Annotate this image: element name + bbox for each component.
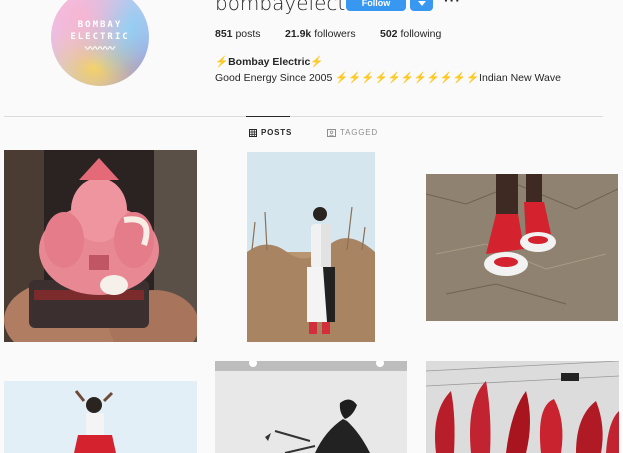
posts-label: posts (235, 28, 261, 40)
tab-posts-label: POSTS (261, 128, 293, 137)
follow-button[interactable]: Follow (346, 0, 406, 11)
posts-stat[interactable]: 851 posts (215, 28, 261, 40)
post-thumbnail[interactable] (426, 174, 618, 321)
post-image-red-socks (426, 174, 618, 321)
grid-icon (249, 128, 257, 137)
post-image-ink-figure (215, 361, 407, 453)
post-thumbnail[interactable] (247, 152, 375, 342)
active-tab-indicator (246, 116, 290, 117)
post-thumbnail[interactable] (4, 381, 197, 453)
post-thumbnail[interactable] (215, 361, 407, 453)
posts-count: 851 (215, 28, 233, 40)
chevron-down-icon (417, 0, 426, 6)
more-options-icon[interactable]: ··· (444, 0, 461, 8)
followers-label: followers (314, 28, 356, 40)
tag-icon (327, 128, 336, 137)
profile-bio: Good Energy Since 2005 ⚡⚡⚡⚡⚡⚡⚡⚡⚡⚡⚡Indian… (215, 72, 561, 84)
post-image-red-skirt (4, 381, 197, 453)
post-thumbnail[interactable] (426, 361, 619, 453)
avatar-text-line2: ELECTRIC (70, 31, 130, 42)
profile-avatar[interactable]: BOMBAY ELECTRIC 〰〰〰 (51, 0, 149, 86)
tab-tagged[interactable]: TAGGED (327, 128, 378, 137)
tab-posts[interactable]: POSTS (249, 128, 292, 137)
post-thumbnail[interactable] (4, 150, 197, 342)
post-image-ganesha (4, 150, 197, 342)
post-image-red-installation (426, 361, 619, 453)
post-image-white-outfit (247, 152, 375, 342)
suggestions-dropdown-button[interactable] (410, 0, 433, 11)
avatar-text-line1: BOMBAY (77, 19, 123, 30)
followers-stat[interactable]: 21.9k followers (285, 28, 356, 40)
tab-tagged-label: TAGGED (340, 128, 378, 137)
avatar-wave: 〰〰〰 (85, 43, 115, 55)
tabs-divider (4, 116, 603, 117)
profile-full-name: ⚡Bombay Electric⚡ (215, 56, 324, 68)
followers-count: 21.9k (285, 28, 312, 40)
following-count: 502 (380, 28, 398, 40)
following-label: following (400, 28, 442, 40)
following-stat[interactable]: 502 following (380, 28, 441, 40)
